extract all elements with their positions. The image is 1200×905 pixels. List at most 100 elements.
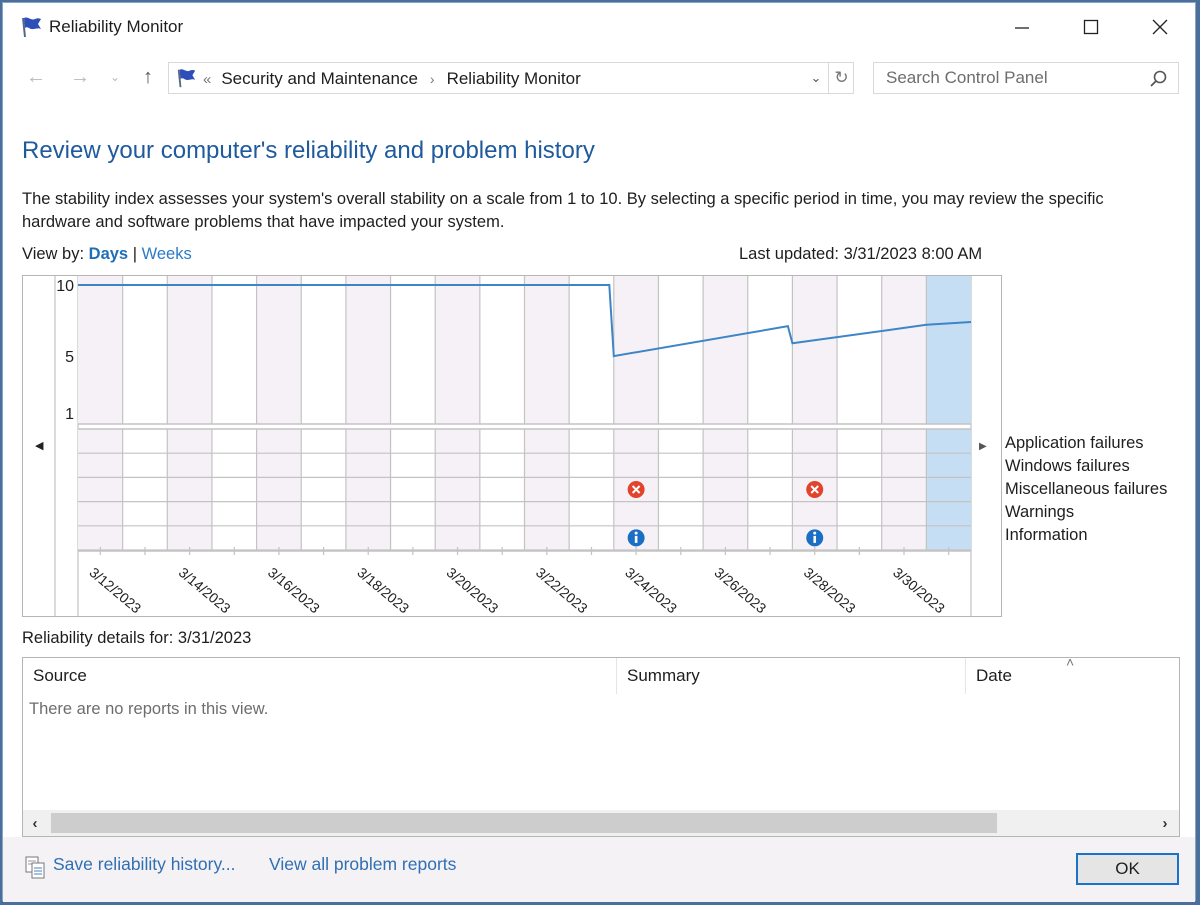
x-tick-label: 3/18/2023	[354, 564, 412, 616]
reliability-monitor-window: Reliability Monitor ← → ⌄ ↑ « Security a…	[2, 2, 1196, 902]
breadcrumb-overflow-icon[interactable]: «	[203, 71, 211, 88]
reliability-chart-svg[interactable]: 10 5 1 3/12/2023 3/14/2023 3/16/2023 3/18/2023…	[23, 276, 1001, 616]
day-column-stability	[479, 276, 525, 424]
address-dropdown-button[interactable]: ⌄	[805, 63, 827, 93]
scroll-left-button[interactable]: ‹	[23, 810, 47, 836]
breadcrumb-separator-icon[interactable]: ›	[430, 71, 435, 87]
information-icon-dot	[634, 531, 638, 535]
chevron-left-icon: ‹	[32, 814, 38, 832]
back-button[interactable]: ←	[21, 65, 51, 89]
column-header-summary-label: Summary	[627, 666, 700, 685]
day-column-events	[747, 429, 793, 550]
chevron-right-icon: ›	[1162, 814, 1168, 832]
reports-table: Source Summary Date ˄ There are no repor…	[22, 654, 1180, 837]
legend-information: Information	[1005, 526, 1088, 544]
day-column-events	[301, 429, 346, 550]
x-tick-label: 3/24/2023	[622, 564, 680, 616]
back-arrow-icon: ←	[26, 65, 46, 88]
address-bar[interactable]: « Security and Maintenance › Reliability…	[168, 62, 854, 94]
save-document-icon	[25, 856, 45, 879]
day-column-events	[881, 429, 927, 550]
day-column-events	[256, 429, 302, 550]
chevron-down-icon: ⌄	[810, 70, 822, 85]
day-column-events	[479, 429, 525, 550]
day-column-stability	[747, 276, 793, 424]
day-column-events	[435, 429, 480, 550]
day-column-stability	[703, 276, 748, 424]
close-button[interactable]	[1137, 9, 1183, 45]
ok-button[interactable]: OK	[1076, 853, 1179, 885]
view-by-weeks-link[interactable]: Weeks	[142, 245, 192, 263]
flag-icon	[22, 17, 41, 38]
legend-miscellaneous-failures: Miscellaneous failures	[1005, 480, 1168, 498]
scroll-right-button[interactable]: ›	[1153, 810, 1177, 836]
day-column-events	[703, 429, 748, 550]
refresh-button[interactable]: ↻	[828, 63, 854, 93]
event-row-legend: Application failures Windows failures Mi…	[1005, 432, 1167, 547]
footer: Save reliability history... View all pro…	[3, 837, 1195, 902]
day-column-events	[167, 429, 212, 550]
scroll-chart-left-icon[interactable]: ◀	[35, 439, 44, 452]
view-all-problem-reports-link[interactable]: View all problem reports	[269, 854, 456, 875]
x-tick-label: 3/30/2023	[890, 564, 948, 616]
day-column-stability	[256, 276, 302, 424]
x-tick-label: 3/12/2023	[86, 564, 144, 616]
breadcrumb: « Security and Maintenance › Reliability…	[203, 69, 581, 89]
reliability-details-label: Reliability details for: 3/31/2023	[22, 629, 252, 647]
minimize-icon	[1015, 27, 1029, 29]
day-column-stability	[435, 276, 480, 424]
scrollbar-thumb[interactable]	[51, 813, 997, 833]
x-tick-label: 3/28/2023	[801, 564, 859, 616]
legend-warnings: Warnings	[1005, 503, 1075, 521]
column-header-summary[interactable]: Summary	[617, 658, 966, 694]
breadcrumb-item-reliability-monitor[interactable]: Reliability Monitor	[447, 69, 581, 89]
maximize-button[interactable]	[1068, 9, 1114, 45]
day-column-events	[926, 429, 971, 550]
day-column-stability	[122, 276, 168, 424]
y-tick-label: 1	[65, 406, 74, 423]
horizontal-scrollbar[interactable]: ‹ ›	[23, 810, 1179, 836]
navigation-bar: ← → ⌄ ↑ « Security and Maintenance › Rel…	[3, 57, 1195, 97]
day-column-events	[524, 429, 570, 550]
minimize-button[interactable]	[999, 9, 1045, 45]
day-column-stability	[211, 276, 257, 424]
empty-reports-message: There are no reports in this view.	[29, 700, 269, 718]
y-tick-label: 5	[65, 349, 74, 366]
view-by-days-link[interactable]: Days	[89, 245, 128, 263]
search-box	[873, 62, 1179, 94]
view-by-selector: View by: Days | Weeks	[22, 245, 192, 264]
page-description: The stability index assesses your system…	[22, 190, 1104, 231]
column-header-source[interactable]: Source	[23, 658, 617, 694]
scroll-chart-right-icon[interactable]: ▶	[979, 441, 987, 452]
x-tick-label: 3/22/2023	[533, 564, 591, 616]
forward-button[interactable]: →	[65, 65, 95, 89]
maximize-icon	[1083, 19, 1099, 35]
reliability-chart[interactable]: 10 5 1 3/12/2023 3/14/2023 3/16/2023 3/18/2023…	[22, 275, 1002, 617]
window-title: Reliability Monitor	[49, 17, 184, 36]
save-reliability-history-link[interactable]: Save reliability history...	[53, 854, 236, 875]
day-column-stability	[301, 276, 346, 424]
day-column-stability	[167, 276, 212, 424]
up-button[interactable]: ↑	[133, 65, 163, 89]
legend-application-failures: Application failures	[1005, 434, 1144, 452]
view-by-label: View by:	[22, 245, 85, 263]
day-column-stability	[792, 276, 838, 424]
breadcrumb-item-security-and-maintenance[interactable]: Security and Maintenance	[221, 69, 418, 89]
x-tick-label: 3/14/2023	[176, 564, 234, 616]
day-column-events	[658, 429, 704, 550]
page-title: Review your computer's reliability and p…	[22, 137, 595, 164]
day-column-stability	[524, 276, 570, 424]
refresh-icon: ↻	[834, 68, 849, 87]
day-column-events	[78, 429, 123, 550]
chevron-down-icon: ⌄	[109, 70, 121, 84]
search-icon[interactable]	[1148, 69, 1168, 89]
x-tick-label: 3/20/2023	[444, 564, 502, 616]
day-column-events	[837, 429, 882, 550]
title-bar: Reliability Monitor	[3, 3, 1195, 51]
search-input[interactable]	[874, 63, 1144, 93]
sort-ascending-icon: ˄	[1066, 654, 1075, 670]
day-column-stability	[390, 276, 436, 424]
information-icon-stem	[813, 535, 817, 543]
day-column-stability	[569, 276, 614, 424]
recent-locations-button[interactable]: ⌄	[107, 65, 123, 89]
